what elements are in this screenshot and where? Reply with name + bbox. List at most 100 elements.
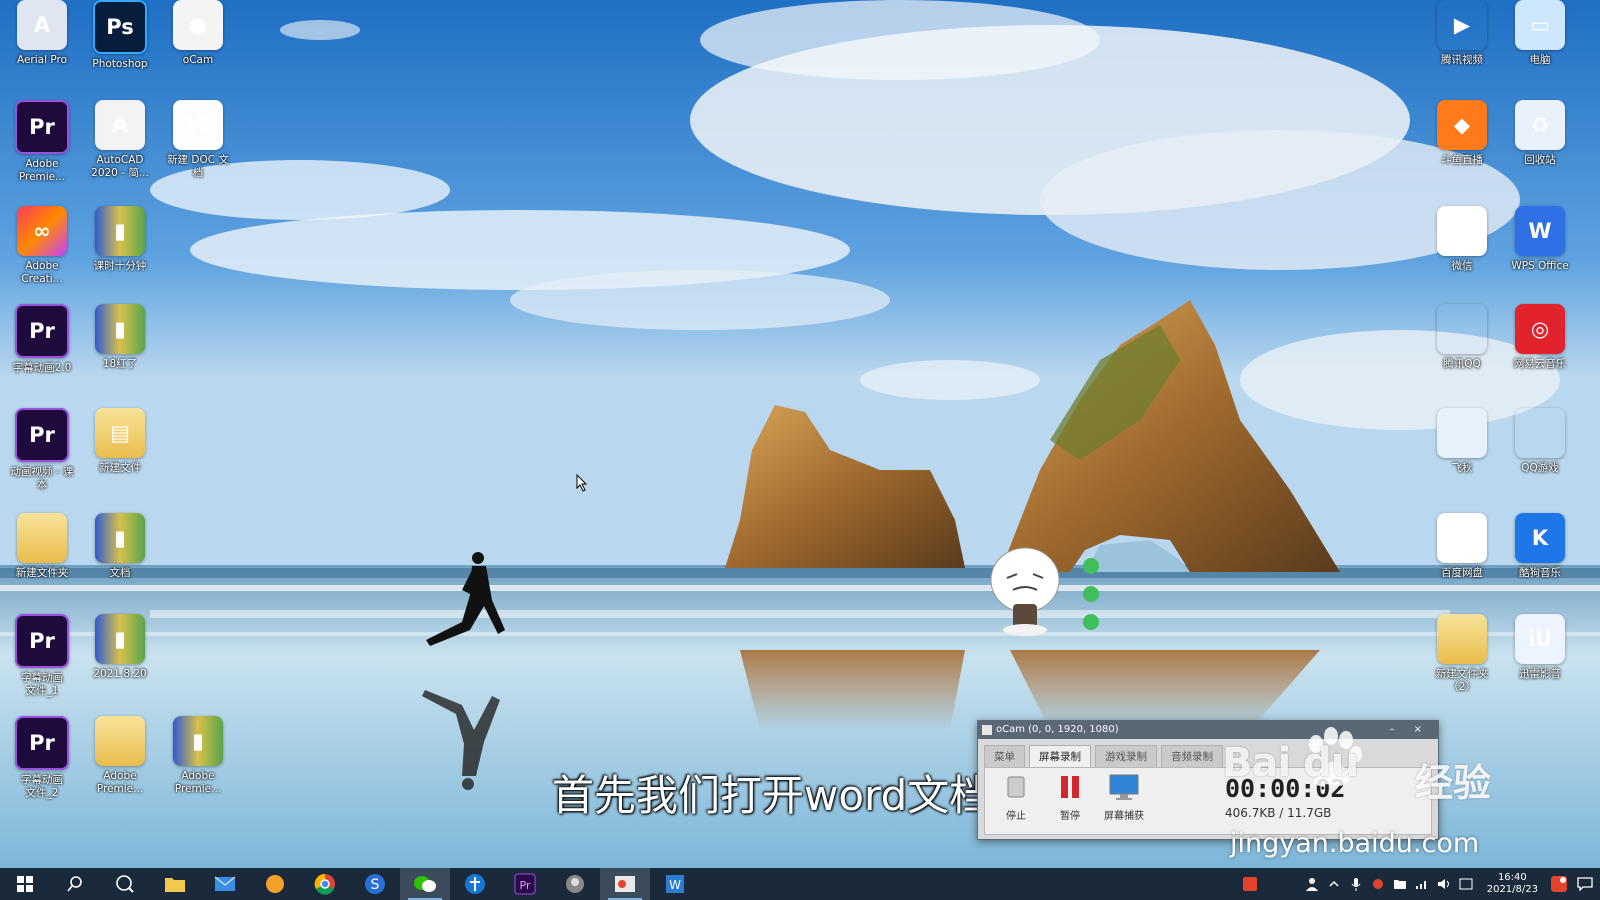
book-file-icon: ▮ (173, 716, 223, 766)
word-icon: W (666, 875, 684, 893)
tray-chevron-up[interactable] (1323, 878, 1345, 890)
folder-icon (1437, 614, 1487, 664)
desktop-icon[interactable]: ◆ 斗鱼直播 (1423, 100, 1501, 167)
action-center-button[interactable] (1570, 877, 1600, 891)
desktop-icon[interactable]: ● oCam (159, 0, 237, 67)
tray-input-method[interactable] (1455, 878, 1477, 890)
desktop-icon-label: Photoshop (92, 58, 148, 70)
desktop-icon[interactable]: A AutoCAD 2020 - 简... (81, 100, 159, 180)
taskbar-premiere[interactable]: Pr (500, 868, 550, 900)
desktop-icon-label: WPS Office (1511, 260, 1569, 272)
desktop-icon[interactable]: K 酷狗音乐 (1501, 513, 1579, 580)
taskbar-ocam[interactable] (600, 868, 650, 900)
desktop-icon-label: 文档 (109, 567, 131, 579)
desktop[interactable]: A Aerial Pro Ps Photoshop ● oCam Pr Adobe Premi… (0, 0, 1600, 868)
tray-app-red[interactable] (1239, 877, 1261, 891)
desktop-icon-label: 课时十分钟 (93, 260, 147, 272)
desktop-icon[interactable]: Pr 动画视频 - 课 本 (3, 408, 81, 492)
desktop-icon-label: 飞秋 (1451, 462, 1473, 474)
desktop-icon[interactable]: W 新建 DOC 文 档 (159, 100, 237, 180)
desktop-icon[interactable]: ◎ 网易云音乐 (1501, 304, 1579, 371)
creative-cloud-icon: ∞ (17, 206, 67, 256)
tray-app-small[interactable] (1367, 877, 1389, 891)
desktop-icon-label: 动画视频 - 课 本 (10, 466, 74, 491)
tab-screen-record[interactable]: 屏幕录制 (1029, 745, 1091, 767)
jingyan-logo-text: 经验 (1415, 761, 1492, 805)
desktop-icon[interactable]: A Aerial Pro (3, 0, 81, 67)
tray-mic[interactable] (1345, 877, 1367, 891)
desktop-icon[interactable]: ♻ 回收站 (1501, 100, 1579, 167)
stop-button[interactable]: 停止 (991, 772, 1041, 822)
desktop-icon[interactable]: ▶ 腾讯视频 (1423, 0, 1501, 67)
sogou-icon: S (365, 874, 385, 894)
taskbar-word[interactable]: W (650, 868, 700, 900)
desktop-icon[interactable]: Pr 字幕动画 文件_1 (3, 614, 81, 698)
taskbar-app-photo[interactable] (550, 868, 600, 900)
taskbar-mail[interactable] (200, 868, 250, 900)
desktop-icon[interactable]: 腾讯QQ (1423, 304, 1501, 371)
desktop-icon-label: 酷狗音乐 (1519, 567, 1561, 579)
pause-button[interactable]: 暂停 (1045, 772, 1095, 822)
desktop-icon[interactable]: Pr 字幕动画2.0 (3, 304, 81, 375)
desktop-icon[interactable]: 新建文件夹 (3, 513, 81, 580)
tab-game-record[interactable]: 游戏录制 (1095, 745, 1157, 767)
app-photo-icon (566, 875, 584, 893)
input-method-icon (1459, 878, 1473, 890)
window-controls[interactable]: – × (1389, 721, 1430, 739)
tray-folder[interactable] (1389, 878, 1411, 890)
ocam-icon: ● (173, 0, 223, 50)
tab-menu[interactable]: 菜单 (984, 745, 1025, 767)
netease-music-icon: ◎ (1515, 304, 1565, 354)
desktop-icon[interactable]: Pr Adobe Premie... (3, 100, 81, 184)
desktop-icon[interactable]: W WPS Office (1501, 206, 1579, 273)
desktop-icon[interactable]: ▮ 18红了 (81, 304, 159, 371)
screen-capture-button[interactable]: 屏幕捕获 (1099, 772, 1149, 822)
taskbar-wechat[interactable] (400, 868, 450, 900)
tray-app-badge[interactable] (1548, 876, 1570, 892)
premiere-icon: Pr (15, 100, 69, 154)
folder-icon (1393, 880, 1406, 889)
ocam-app-icon (982, 725, 992, 735)
taskbar-search-button[interactable] (50, 868, 100, 900)
desktop-icon-label: 腾讯QQ (1443, 358, 1481, 370)
taskbar-chrome[interactable] (300, 868, 350, 900)
desktop-icon[interactable]: Ps Photoshop (81, 0, 159, 71)
desktop-icon[interactable]: 飞秋 (1423, 408, 1501, 475)
start-button[interactable] (0, 868, 50, 900)
computer-icon: ▭ (1515, 0, 1565, 50)
desktop-icon[interactable]: iU 迅雷影音 (1501, 614, 1579, 681)
premiere-project-icon: Pr (15, 408, 69, 462)
qq-icon (1437, 304, 1487, 354)
pause-icon (1061, 776, 1079, 798)
desktop-icon[interactable]: ▮ 文档 (81, 513, 159, 580)
tray-person[interactable] (1301, 877, 1323, 891)
microphone-icon (1351, 878, 1361, 891)
desktop-icon[interactable]: ▤ 新建文件 (81, 408, 159, 475)
desktop-icon[interactable]: 微信 (1423, 206, 1501, 273)
desktop-icon[interactable]: ▭ 电脑 (1501, 0, 1579, 67)
desktop-icon[interactable]: ▮ 课时十分钟 (81, 206, 159, 273)
feiq-icon (1437, 408, 1487, 458)
book-file-icon: ▮ (95, 206, 145, 256)
desktop-icon-label: 2021.8.20 (93, 668, 147, 680)
taskbar-sogou[interactable]: S (350, 868, 400, 900)
desktop-icon[interactable]: 新建文件夹 （2） (1423, 614, 1501, 694)
premiere-project-icon: Pr (15, 304, 69, 358)
desktop-icon-label: 字幕动画 文件_1 (21, 672, 63, 697)
baidu-netdisk-icon (1437, 513, 1487, 563)
taskbar-app-blue[interactable] (450, 868, 500, 900)
tray-network[interactable] (1411, 878, 1433, 890)
taskbar-clock[interactable]: 16:40 2021/8/23 (1487, 872, 1538, 896)
folder-icon (165, 878, 185, 892)
desktop-icon[interactable]: QQ游戏 (1501, 408, 1579, 475)
desktop-icon[interactable]: 百度网盘 (1423, 513, 1501, 580)
tray-volume[interactable] (1433, 878, 1455, 890)
tab-audio-record[interactable]: 音频录制 (1161, 745, 1223, 767)
desktop-icon[interactable]: ▮ 2021.8.20 (81, 614, 159, 681)
desktop-icon-label: oCam (182, 54, 214, 66)
taskbar-app-search[interactable] (100, 868, 150, 900)
taskbar-app-orange[interactable] (250, 868, 300, 900)
desktop-icon-label: 18红了 (102, 358, 138, 370)
taskbar-file-explorer[interactable] (150, 868, 200, 900)
desktop-icon[interactable]: ∞ Adobe Creati... (3, 206, 81, 286)
